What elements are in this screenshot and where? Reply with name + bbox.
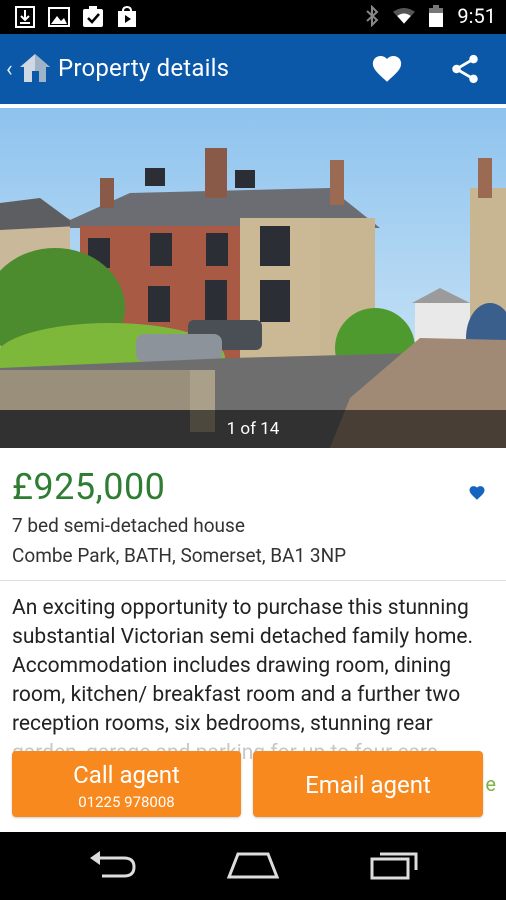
app-bar: ‹ Property details xyxy=(0,34,506,104)
status-bar: 9:51 xyxy=(0,0,506,34)
favorite-heart-icon[interactable] xyxy=(370,52,404,86)
play-store-icon xyxy=(116,6,138,28)
email-agent-button[interactable]: Email agent xyxy=(253,751,483,817)
recent-apps-nav-icon[interactable] xyxy=(370,850,420,884)
divider xyxy=(0,580,506,581)
back-nav-icon[interactable] xyxy=(88,850,138,884)
page-title: Property details xyxy=(58,54,230,82)
email-agent-label: Email agent xyxy=(305,771,431,799)
photo-counter: 1 of 14 xyxy=(226,419,280,439)
share-icon[interactable] xyxy=(448,52,482,86)
call-agent-button[interactable]: Call agent 01225 978008 xyxy=(12,751,241,817)
photo-counter-bar: 1 of 14 xyxy=(0,410,506,448)
clock: 9:51 xyxy=(457,4,496,28)
property-photo[interactable]: 1 of 14 xyxy=(0,108,506,448)
property-photo-illustration xyxy=(0,108,506,448)
download-icon xyxy=(14,6,36,28)
property-address: Combe Park, BATH, Somerset, BA1 3NP xyxy=(12,544,347,567)
back-chevron-icon[interactable]: ‹ xyxy=(6,57,13,82)
price: £925,000 xyxy=(12,466,166,508)
bluetooth-icon xyxy=(361,5,383,27)
wifi-icon xyxy=(393,5,416,27)
more-link-fragment[interactable]: e xyxy=(485,772,496,796)
app-logo-house-icon[interactable] xyxy=(18,51,52,85)
property-type: 7 bed semi-detached house xyxy=(12,514,245,537)
battery-icon xyxy=(425,5,447,27)
call-agent-label: Call agent xyxy=(73,761,180,789)
home-nav-icon[interactable] xyxy=(226,850,280,884)
image-icon xyxy=(48,6,70,28)
save-heart-icon[interactable] xyxy=(468,484,486,502)
system-nav-bar xyxy=(0,832,506,900)
agent-phone-number: 01225 978008 xyxy=(78,793,175,811)
clipboard-check-icon xyxy=(82,6,104,28)
